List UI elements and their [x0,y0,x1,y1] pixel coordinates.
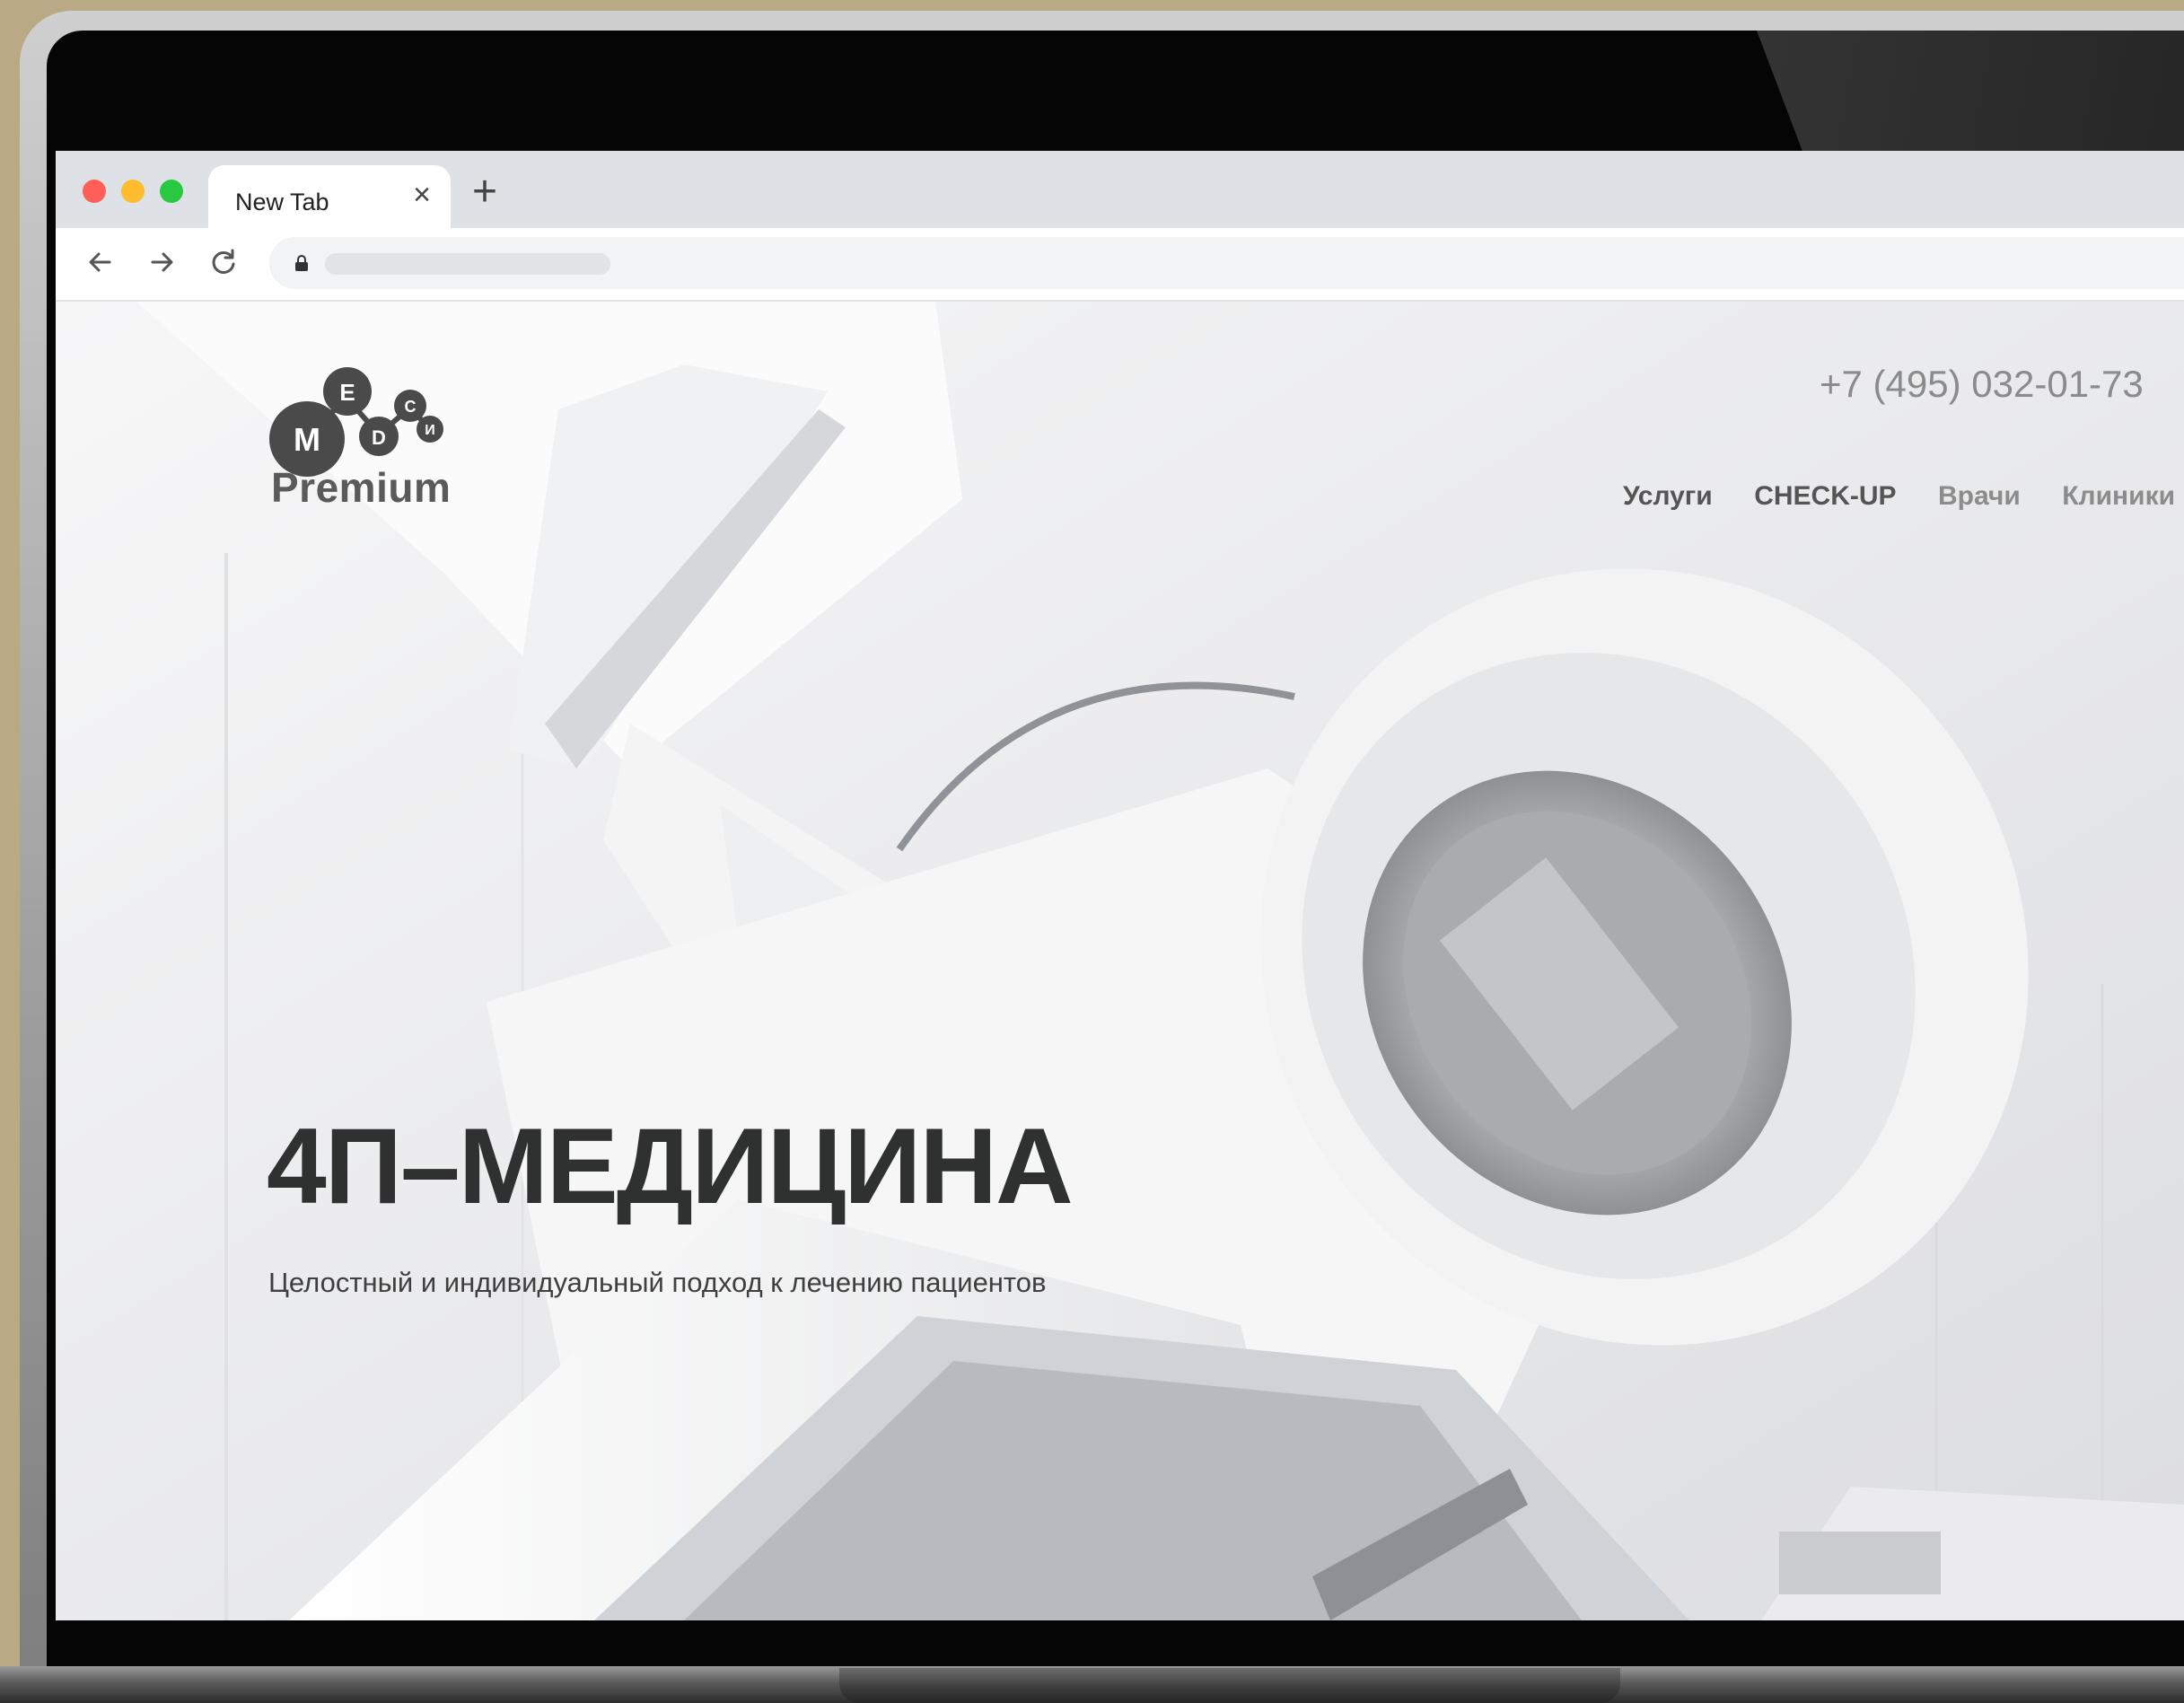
logo-wordmark[interactable]: Premium [271,463,451,512]
maximize-window-button[interactable] [160,180,183,203]
tab-close-button[interactable]: × [413,178,431,213]
tab-title: New Tab [235,189,329,215]
nav-item-doctors[interactable]: Врачи [1938,481,2021,512]
browser-toolbar [56,228,2184,302]
logo-letter-s: С [405,398,417,416]
logo-letter-m: M [294,421,320,458]
logo-letter-d: D [372,426,386,449]
url-text-placeholder [325,253,610,275]
reload-icon[interactable] [204,242,243,282]
hero-subtitle: Целостный и индивидуальный подход к лече… [268,1267,1047,1298]
logo-letter-i: И [425,423,435,438]
back-arrow-icon[interactable] [81,242,120,282]
forward-arrow-icon[interactable] [142,242,181,282]
address-bar[interactable] [269,237,2184,289]
laptop-hinge-notch [839,1668,1620,1703]
browser-window: New Tab × + M E D С И Premium +7 (495) 0… [56,151,2184,1620]
nav-item-services[interactable]: Услуги [1623,481,1713,512]
lock-icon [295,255,308,271]
tab-new-tab[interactable]: New Tab × [208,165,451,228]
nav-item-checkup[interactable]: CHECK-UP [1754,481,1896,512]
hero-title: 4П–МЕДИЦИНА [267,1106,1074,1226]
tab-strip: New Tab × + [56,151,2184,228]
phone-number[interactable]: +7 (495) 032-01-73 [1820,363,2144,406]
logo-letter-e: E [339,379,355,406]
minimize-window-button[interactable] [121,180,145,203]
close-window-button[interactable] [83,180,106,203]
new-tab-button[interactable]: + [472,167,497,216]
nav-item-clinics[interactable]: Клиники [2062,481,2175,512]
main-nav: Услуги CHECK-UP Врачи Клиники [1623,481,2184,512]
web-page: M E D С И Premium +7 (495) 032-01-73 Усл… [56,302,2184,1620]
